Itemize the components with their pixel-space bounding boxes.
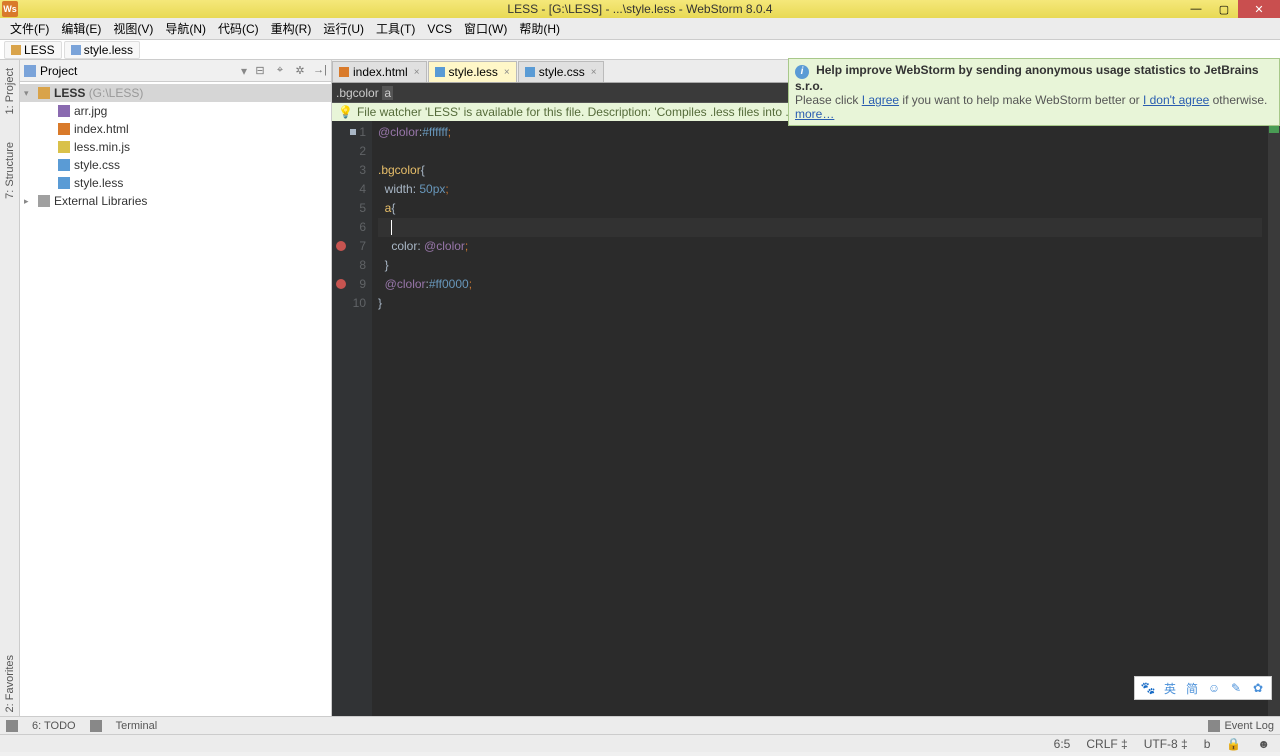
settings-gear-icon[interactable]: ✲ xyxy=(293,64,307,78)
close-tab-icon[interactable]: × xyxy=(591,67,597,78)
todo-tab[interactable]: 6: TODO xyxy=(32,720,76,732)
todo-icon xyxy=(6,720,18,732)
left-tool-strip: 1: Project 7: Structure 2: Favorites xyxy=(0,60,20,716)
nav-breadcrumb-bar: LESS style.less i Help improve WebStorm … xyxy=(0,40,1280,60)
expand-icon[interactable]: ▸ xyxy=(24,196,34,207)
hide-panel-icon[interactable]: →| xyxy=(313,64,327,78)
menu-window[interactable]: 窗口(W) xyxy=(458,18,513,39)
ime-toolbar: 🐾 英 简 ☺ ✎ ✿ xyxy=(1134,676,1272,700)
minimize-button[interactable]: — xyxy=(1182,0,1210,18)
ime-btn-1[interactable]: 英 xyxy=(1161,679,1179,697)
disagree-link[interactable]: I don't agree xyxy=(1143,93,1209,107)
file-icon xyxy=(71,45,81,55)
line-separator[interactable]: CRLF ‡ xyxy=(1082,737,1131,751)
file-encoding[interactable]: UTF-8 ‡ xyxy=(1140,737,1192,751)
menu-code[interactable]: 代码(C) xyxy=(212,18,265,39)
app-logo-icon: Ws xyxy=(2,1,18,17)
tree-item-lessmin[interactable]: less.min.js xyxy=(20,138,331,156)
terminal-tab[interactable]: Terminal xyxy=(116,720,158,732)
menu-edit[interactable]: 编辑(E) xyxy=(55,18,107,39)
menu-run[interactable]: 运行(U) xyxy=(317,18,370,39)
lock-icon[interactable]: 🔒 xyxy=(1222,737,1245,751)
agree-link[interactable]: I agree xyxy=(862,93,899,107)
tree-external-libs[interactable]: ▸ External Libraries xyxy=(20,192,331,210)
tree-item-styleless[interactable]: style.less xyxy=(20,174,331,192)
tab-index-html[interactable]: index.html× xyxy=(332,61,427,82)
ime-btn-2[interactable]: 简 xyxy=(1183,679,1201,697)
menu-file[interactable]: 文件(F) xyxy=(4,18,55,39)
js-icon xyxy=(58,141,70,153)
usage-stats-notification: i Help improve WebStorm by sending anony… xyxy=(788,58,1280,126)
bottom-tool-bar: 6: TODO Terminal Event Log xyxy=(0,716,1280,734)
tree-root[interactable]: ▾ LESS (G:\LESS) xyxy=(20,84,331,102)
status-bar: 6:5 CRLF ‡ UTF-8 ‡ b 🔒 ☻ xyxy=(0,734,1280,752)
less-icon xyxy=(58,177,70,189)
sidetab-project[interactable]: 1: Project xyxy=(4,64,16,118)
folder-icon xyxy=(38,87,50,99)
title-bar: Ws LESS - [G:\LESS] - ...\style.less - W… xyxy=(0,0,1280,18)
expand-icon[interactable]: ▾ xyxy=(24,88,34,99)
more-link[interactable]: more… xyxy=(795,107,834,121)
less-icon xyxy=(435,67,445,77)
library-icon xyxy=(38,195,50,207)
terminal-icon xyxy=(90,720,102,732)
html-icon xyxy=(339,67,349,77)
error-stripe[interactable] xyxy=(1268,121,1280,716)
collapse-all-icon[interactable]: ⊟ xyxy=(253,64,267,78)
html-icon xyxy=(58,123,70,135)
ime-btn-0[interactable]: 🐾 xyxy=(1139,679,1157,697)
tab-style-less[interactable]: style.less× xyxy=(428,61,517,82)
ime-btn-3[interactable]: ☺ xyxy=(1205,679,1223,697)
css-icon xyxy=(58,159,70,171)
crumb-file[interactable]: style.less xyxy=(64,41,140,59)
tree-item-index[interactable]: index.html xyxy=(20,120,331,138)
crumb-root-label: LESS xyxy=(24,43,55,57)
menu-help[interactable]: 帮助(H) xyxy=(513,18,566,39)
ime-btn-5[interactable]: ✿ xyxy=(1249,679,1267,697)
info-icon: i xyxy=(795,65,809,79)
line-gutter[interactable]: 12345678910 xyxy=(332,121,372,716)
ime-btn-4[interactable]: ✎ xyxy=(1227,679,1245,697)
eventlog-tab[interactable]: Event Log xyxy=(1224,720,1274,732)
project-dropdown-icon[interactable]: ▾ xyxy=(241,64,247,78)
bulb-icon: 💡 xyxy=(338,105,353,119)
sidetab-favorites[interactable]: 2: Favorites xyxy=(4,651,16,716)
hector-icon[interactable]: ☻ xyxy=(1253,737,1274,751)
close-tab-icon[interactable]: × xyxy=(504,67,510,78)
project-icon xyxy=(24,65,36,77)
menu-vcs[interactable]: VCS xyxy=(421,20,458,38)
eventlog-icon xyxy=(1208,720,1220,732)
menu-refactor[interactable]: 重构(R) xyxy=(265,18,318,39)
project-header-label: Project xyxy=(40,64,241,78)
close-button[interactable]: ✕ xyxy=(1238,0,1280,18)
maximize-button[interactable]: ▢ xyxy=(1210,0,1238,18)
code-content[interactable]: @clolor:#ffffff;.bgcolor{ width: 50px; a… xyxy=(372,121,1268,716)
tree-item-stylecss[interactable]: style.css xyxy=(20,156,331,174)
notif-title: Help improve WebStorm by sending anonymo… xyxy=(795,63,1259,93)
menu-bar: 文件(F) 编辑(E) 视图(V) 导航(N) 代码(C) 重构(R) 运行(U… xyxy=(0,18,1280,40)
css-icon xyxy=(525,67,535,77)
project-tree: ▾ LESS (G:\LESS) arr.jpg index.html less… xyxy=(20,82,331,212)
menu-view[interactable]: 视图(V) xyxy=(107,18,159,39)
code-area[interactable]: 12345678910 @clolor:#ffffff;.bgcolor{ wi… xyxy=(332,121,1280,716)
file-watcher-msg: File watcher 'LESS' is available for thi… xyxy=(357,105,834,119)
menu-tools[interactable]: 工具(T) xyxy=(370,18,421,39)
project-header: Project ▾ ⊟ ⌖ ✲ →| xyxy=(20,60,331,82)
menu-nav[interactable]: 导航(N) xyxy=(159,18,212,39)
crumb-root[interactable]: LESS xyxy=(4,41,62,59)
scroll-from-icon[interactable]: ⌖ xyxy=(273,64,287,78)
cursor-position: 6:5 xyxy=(1050,737,1075,751)
window-title: LESS - [G:\LESS] - ...\style.less - WebS… xyxy=(507,2,772,16)
crumb-file-label: style.less xyxy=(84,43,133,57)
folder-icon xyxy=(11,45,21,55)
sidetab-structure[interactable]: 7: Structure xyxy=(4,138,16,203)
project-panel: Project ▾ ⊟ ⌖ ✲ →| ▾ LESS (G:\LESS) arr.… xyxy=(20,60,332,716)
insert-mode[interactable]: b xyxy=(1200,737,1215,751)
tab-style-css[interactable]: style.css× xyxy=(518,61,604,82)
image-icon xyxy=(58,105,70,117)
close-tab-icon[interactable]: × xyxy=(414,67,420,78)
editor-area: index.html× style.less× style.css× .bgco… xyxy=(332,60,1280,716)
tree-item-arr[interactable]: arr.jpg xyxy=(20,102,331,120)
